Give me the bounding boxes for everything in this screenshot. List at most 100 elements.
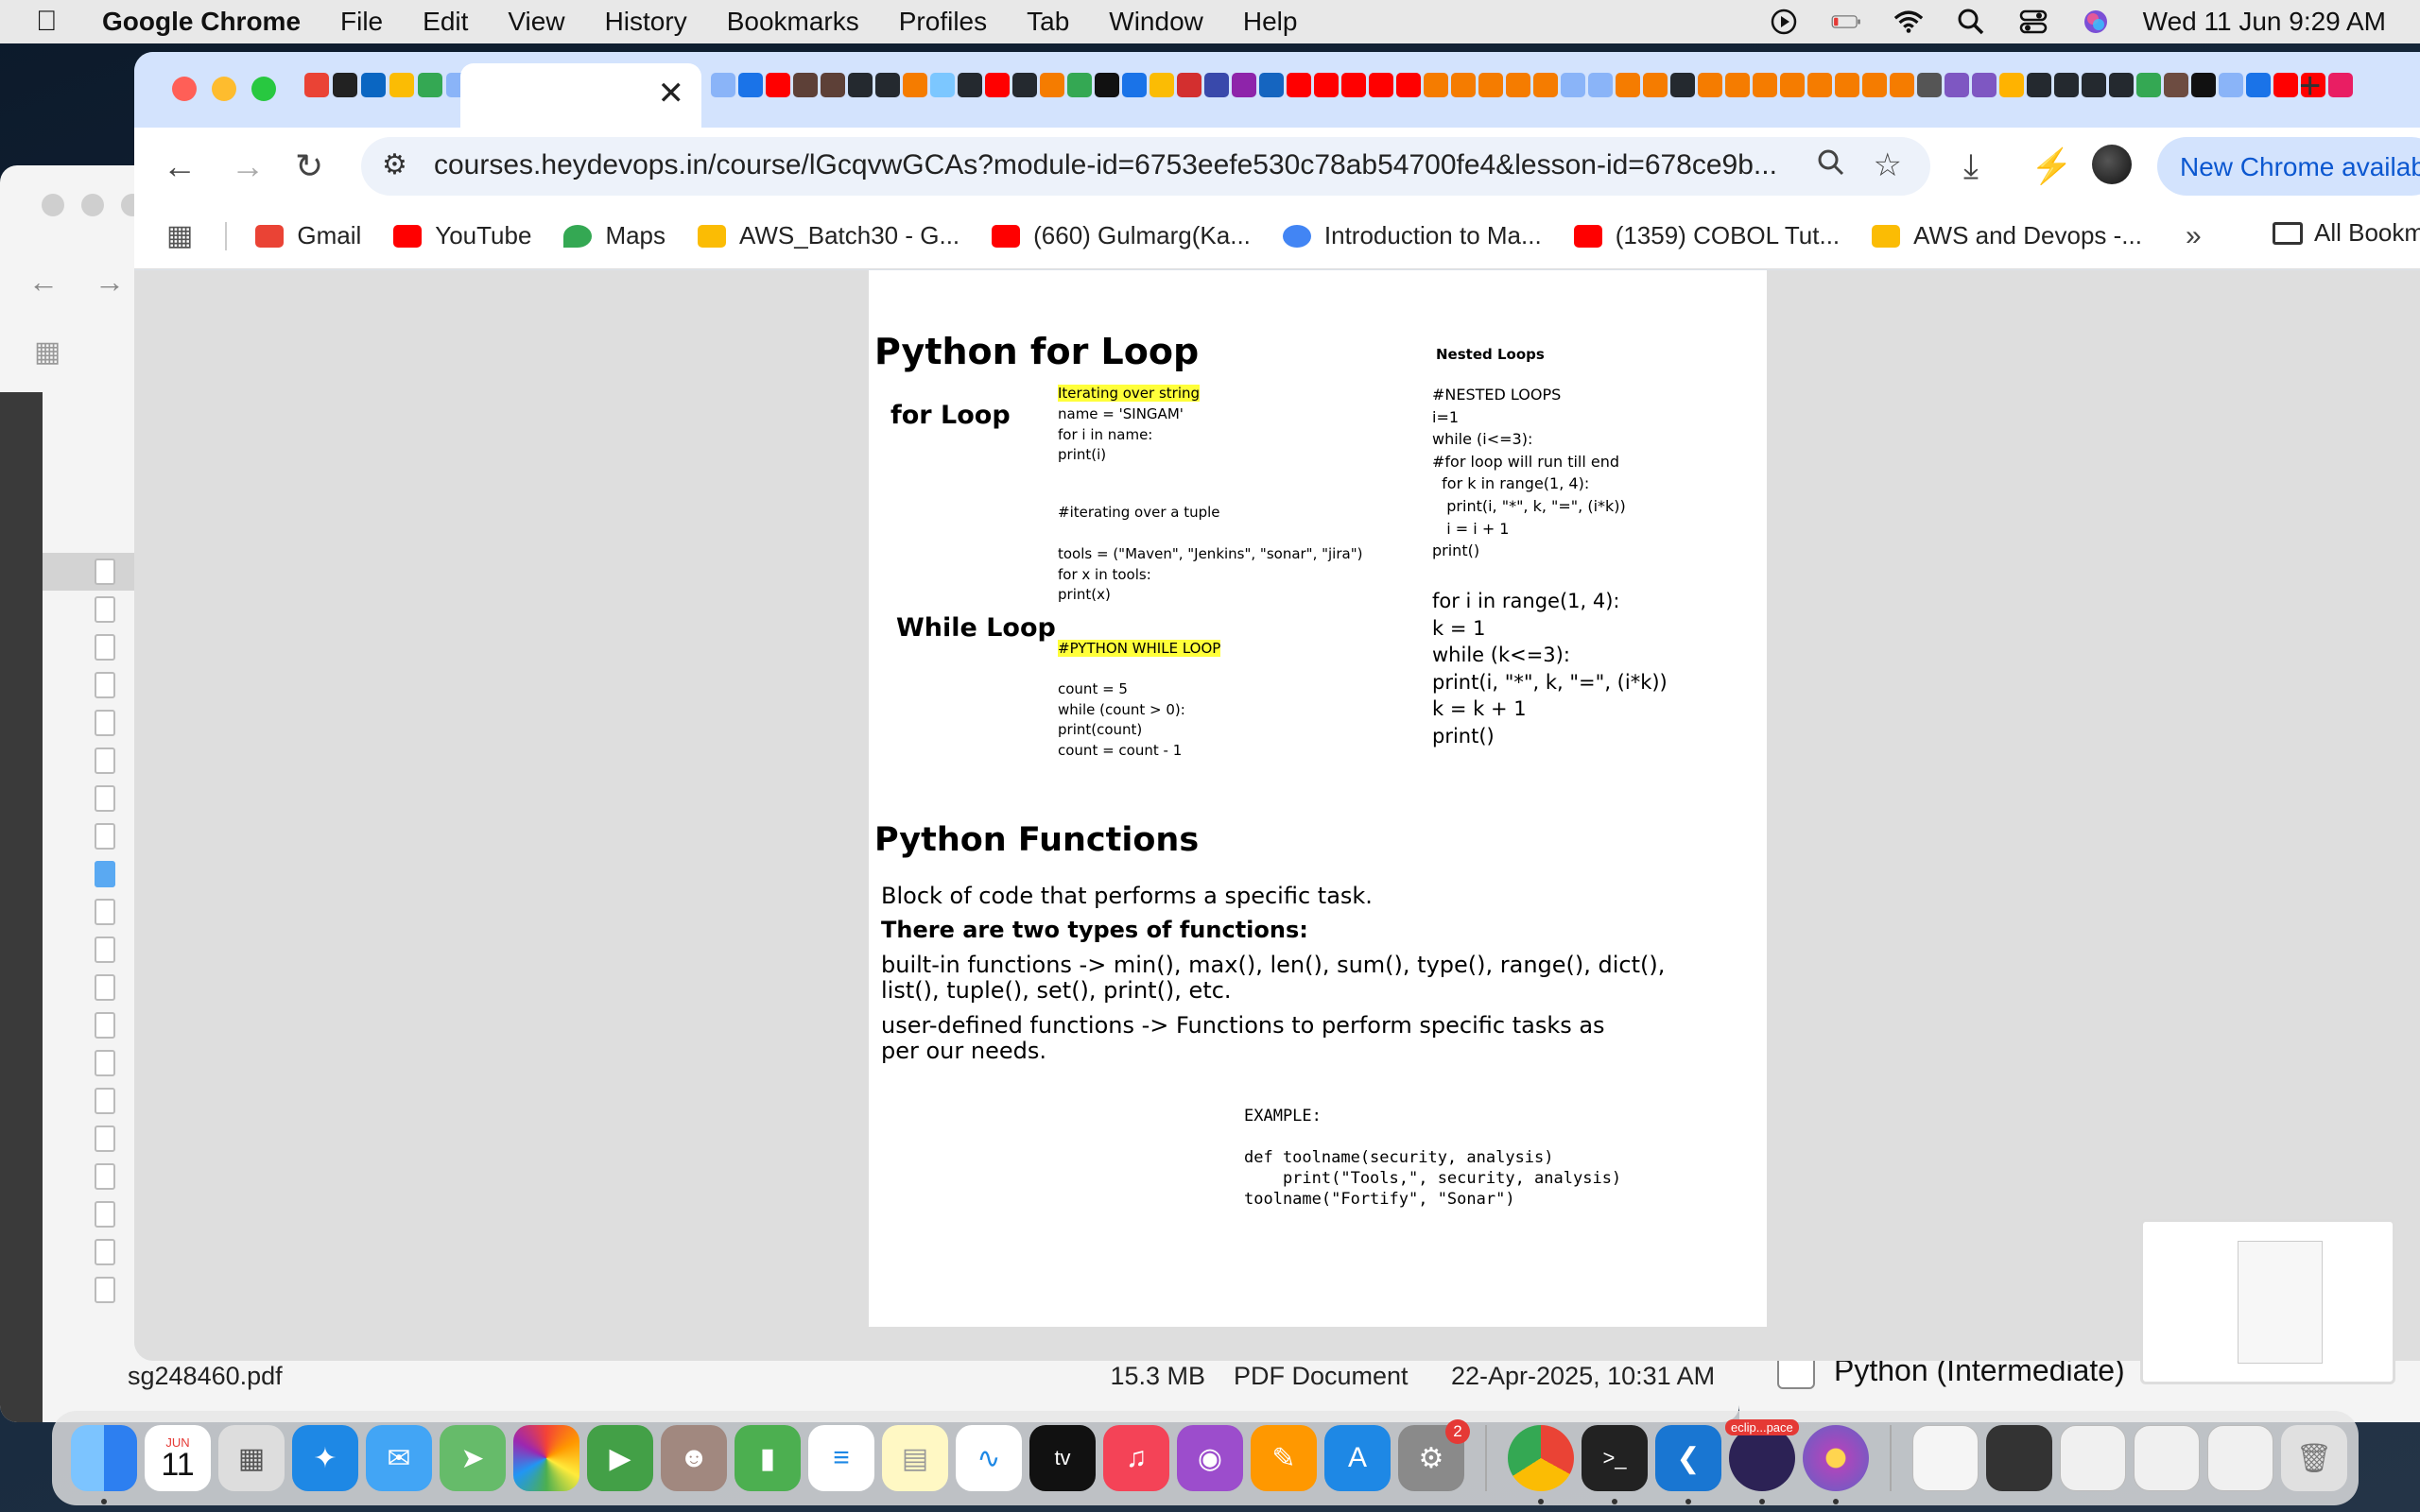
tab-favicon[interactable] <box>821 73 845 97</box>
minimize-window-button[interactable] <box>212 77 236 101</box>
url-text[interactable]: courses.heydevops.in/course/lGcqvwGCAs?m… <box>434 149 1777 181</box>
tab-favicon[interactable] <box>389 73 414 97</box>
document-stack-icon[interactable] <box>1912 1425 1979 1491</box>
control-center-icon[interactable] <box>2018 9 2048 35</box>
apple-menu-icon[interactable]:  <box>36 6 87 38</box>
reminders-icon[interactable]: ≡ <box>808 1425 874 1491</box>
performance-icon[interactable]: ⚡ <box>2031 146 2073 186</box>
finder-app-icon[interactable] <box>71 1425 137 1504</box>
tab-favicon[interactable] <box>1533 73 1558 97</box>
profile-avatar[interactable] <box>2092 145 2132 184</box>
menu-view[interactable]: View <box>508 7 564 37</box>
screenshot-thumbnail[interactable] <box>2140 1219 2395 1384</box>
finder-grid-view-icon[interactable]: ▦ <box>34 335 60 369</box>
tab-favicon[interactable] <box>1287 73 1311 97</box>
tab-favicon[interactable] <box>958 73 982 97</box>
tab-favicon[interactable] <box>848 73 873 97</box>
trash-icon[interactable]: 🗑 <box>2281 1425 2347 1491</box>
photos-icon[interactable] <box>513 1425 579 1491</box>
tab-favicon[interactable] <box>1698 73 1722 97</box>
tab-favicon[interactable] <box>1670 73 1695 97</box>
apps-grid-icon[interactable]: ▦ <box>166 219 193 252</box>
freeform-icon[interactable]: ∿ <box>956 1425 1022 1491</box>
tab-favicon[interactable] <box>2136 73 2161 97</box>
contacts-icon[interactable]: ☻ <box>661 1425 727 1491</box>
tab-favicon[interactable] <box>1890 73 1914 97</box>
download-icon[interactable]: ⤓ <box>1963 146 1979 187</box>
tab-favicon[interactable] <box>1478 73 1503 97</box>
tab-favicon[interactable] <box>1862 73 1887 97</box>
tab-favicon[interactable] <box>985 73 1010 97</box>
update-chrome-button[interactable]: New Chrome available <box>2157 137 2420 196</box>
tab-favicon[interactable] <box>1616 73 1640 97</box>
minimized-window-thumbnail[interactable] <box>1986 1425 2052 1491</box>
apple-tv-icon[interactable]: tv <box>1029 1425 1096 1491</box>
site-info-icon[interactable]: ⚙ <box>382 148 407 181</box>
notes-icon[interactable]: ▤ <box>882 1425 948 1491</box>
music-icon[interactable]: ♫ <box>1103 1425 1169 1491</box>
bookmark-maps[interactable]: Maps <box>563 221 666 250</box>
tab-favicon[interactable] <box>418 73 442 97</box>
file-row-sg248460[interactable]: sg248460.pdf 15.3 MB PDF Document 22-Apr… <box>43 1356 1739 1396</box>
tab-favicon[interactable] <box>2273 73 2298 97</box>
tab-favicon[interactable] <box>1643 73 1668 97</box>
mail-icon[interactable]: ✉ <box>366 1425 432 1491</box>
play-status-icon[interactable] <box>1769 9 1799 35</box>
tab-favicon[interactable] <box>333 73 357 97</box>
tab-favicon[interactable] <box>2219 73 2243 97</box>
app-menu[interactable]: Google Chrome <box>102 7 301 37</box>
tab-favicon[interactable] <box>1753 73 1777 97</box>
bookmark-aws-devops[interactable]: AWS and Devops -... <box>1872 221 2142 250</box>
tab-favicon[interactable] <box>1314 73 1339 97</box>
safari-icon[interactable]: ✦ <box>292 1425 358 1491</box>
app-store-icon[interactable]: A <box>1324 1425 1391 1491</box>
finder-forward-icon[interactable]: → <box>95 265 125 300</box>
menu-edit[interactable]: Edit <box>423 7 468 37</box>
tab-favicon[interactable] <box>361 73 386 97</box>
tab-favicon[interactable] <box>1999 73 2024 97</box>
podcasts-icon[interactable]: ◉ <box>1177 1425 1243 1491</box>
vscode-icon[interactable]: ❮ <box>1655 1425 1721 1504</box>
bookmark-cobol[interactable]: (1359) COBOL Tut... <box>1573 221 1840 250</box>
tab-favicon[interactable] <box>875 73 900 97</box>
tab-favicon[interactable] <box>1725 73 1750 97</box>
tab-favicon[interactable] <box>304 73 329 97</box>
finder-back-icon[interactable]: ← <box>28 265 59 300</box>
tab-favicon[interactable] <box>1506 73 1530 97</box>
more-bookmarks-icon[interactable]: » <box>2186 220 2202 252</box>
tab-favicon[interactable] <box>2109 73 2134 97</box>
tab-favicon[interactable] <box>1232 73 1256 97</box>
tab-favicon[interactable] <box>2328 73 2353 97</box>
wifi-icon[interactable] <box>1893 9 1924 35</box>
close-tab-icon[interactable]: ✕ <box>658 75 685 112</box>
active-tab[interactable]: ✕ <box>460 63 701 128</box>
maps-app-icon[interactable]: ➤ <box>440 1425 506 1491</box>
tab-favicon[interactable] <box>2054 73 2079 97</box>
menu-tab[interactable]: Tab <box>1027 7 1069 37</box>
tab-favicon[interactable] <box>1835 73 1859 97</box>
tab-favicon[interactable] <box>1095 73 1119 97</box>
tab-favicon[interactable] <box>2027 73 2051 97</box>
tab-favicon[interactable] <box>1341 73 1366 97</box>
close-window-button[interactable] <box>172 77 197 101</box>
tab-favicon[interactable] <box>1150 73 1174 97</box>
tab-favicon[interactable] <box>1040 73 1064 97</box>
menu-profiles[interactable]: Profiles <box>899 7 987 37</box>
tab-favicon[interactable] <box>2082 73 2106 97</box>
reload-icon[interactable]: ↻ <box>295 146 323 186</box>
terminal-icon[interactable]: >_ <box>1582 1425 1648 1504</box>
bookmark-youtube[interactable]: YouTube <box>393 221 531 250</box>
tab-favicon[interactable] <box>1177 73 1201 97</box>
zoom-window-button[interactable] <box>251 77 276 101</box>
tab-favicon[interactable] <box>766 73 790 97</box>
tab-favicon[interactable] <box>711 73 735 97</box>
tab-favicon[interactable] <box>1369 73 1393 97</box>
forward-icon[interactable]: → <box>231 146 265 186</box>
system-settings-icon[interactable]: ⚙ 2 <box>1398 1419 1470 1491</box>
tab-favicon[interactable] <box>1780 73 1805 97</box>
tab-favicon[interactable] <box>1972 73 1996 97</box>
bookmark-intro[interactable]: Introduction to Ma... <box>1282 221 1542 250</box>
calendar-app-icon[interactable]: JUN 11 <box>145 1425 211 1491</box>
tab-favicon[interactable] <box>2191 73 2216 97</box>
eclipse-icon[interactable]: eclip...pace <box>1725 1419 1799 1504</box>
